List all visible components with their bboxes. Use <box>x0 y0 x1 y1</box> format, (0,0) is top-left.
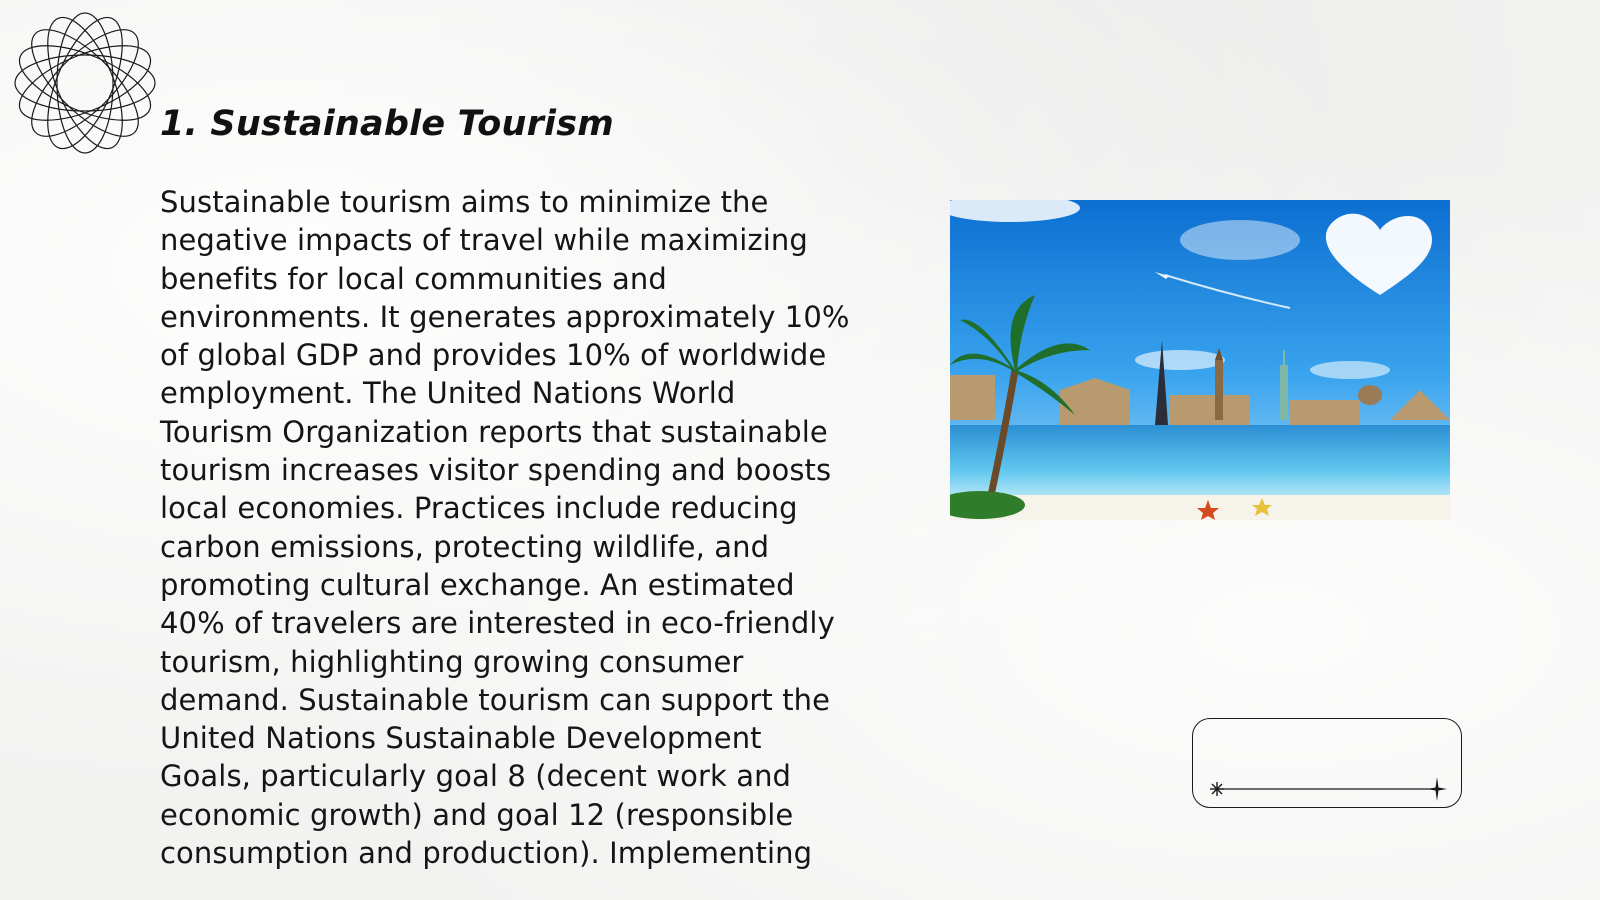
decorative-slider-frame <box>1192 718 1462 808</box>
sparkle-icon <box>1427 777 1447 801</box>
starburst-icon <box>1210 782 1224 796</box>
orbit-rings-logo <box>14 12 156 154</box>
slide: 1. Sustainable Tourism Sustainable touri… <box>0 0 1600 900</box>
slide-title: 1. Sustainable Tourism <box>160 104 614 144</box>
body-paragraph: Sustainable tourism aims to minimize the… <box>160 185 850 871</box>
travel-landmarks-image <box>950 200 1450 520</box>
